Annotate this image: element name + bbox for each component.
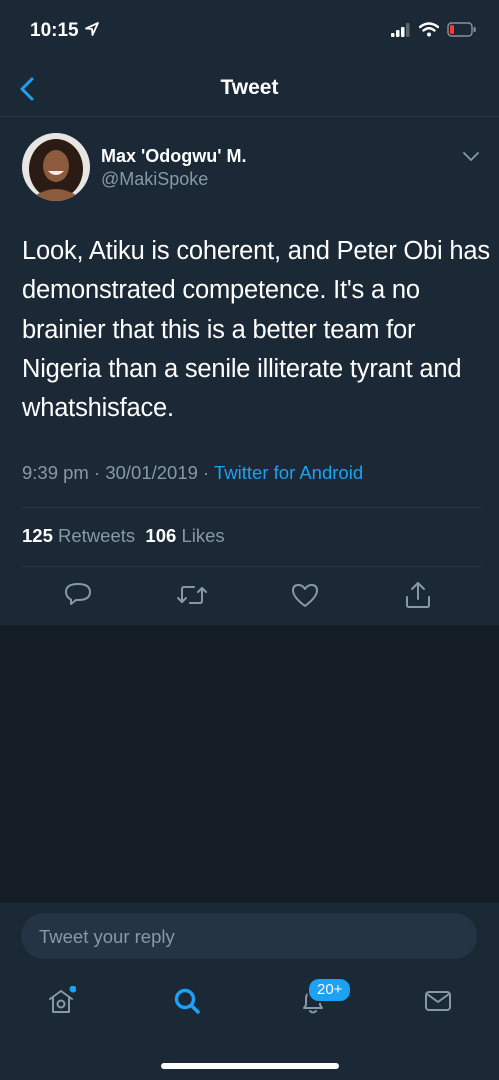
status-icons: [391, 22, 477, 37]
divider: [22, 566, 481, 567]
messages-icon[interactable]: [423, 986, 453, 1016]
tweet-date: 30/01/2019: [105, 462, 198, 483]
tweet-stats: 125 Retweets 106 Likes: [22, 525, 225, 547]
share-icon[interactable]: [404, 580, 432, 610]
reply-icon[interactable]: [64, 580, 92, 610]
meta-separator: ·: [88, 462, 106, 483]
page-title: Tweet: [220, 76, 279, 99]
tweet-meta: 9:39 pm · 30/01/2019 · Twitter for Andro…: [22, 462, 363, 484]
tweet-text: Look, Atiku is coherent, and Peter Obi h…: [22, 237, 490, 423]
likes-count: 106: [145, 525, 177, 546]
avatar[interactable]: [22, 133, 90, 201]
navigation-bar: Tweet: [0, 62, 499, 117]
tweet-source-link[interactable]: Twitter for Android: [214, 462, 363, 483]
cellular-signal-icon: [391, 22, 410, 37]
tweet-time: 9:39 pm: [22, 462, 89, 483]
avatar-image: [22, 133, 90, 201]
retweets-count: 125: [22, 525, 53, 546]
status-bar: 10:15: [0, 0, 499, 60]
meta-separator: ·: [197, 462, 215, 483]
search-icon[interactable]: [172, 986, 202, 1016]
reply-placeholder: Tweet your reply: [39, 926, 175, 947]
user-handle[interactable]: @MakiSpoke: [101, 169, 208, 190]
retweets-label: Retweets: [58, 525, 136, 546]
home-indicator[interactable]: [161, 1063, 339, 1069]
reply-input[interactable]: Tweet your reply: [21, 913, 477, 959]
retweet-icon[interactable]: [176, 580, 208, 610]
like-icon[interactable]: [291, 580, 319, 610]
chevron-down-icon[interactable]: [460, 148, 482, 166]
home-icon[interactable]: [46, 986, 76, 1016]
user-name[interactable]: Max 'Odogwu' M.: [101, 146, 247, 167]
location-arrow-icon: [85, 22, 99, 36]
divider: [22, 507, 481, 508]
likes-label: Likes: [181, 525, 225, 546]
wifi-icon: [419, 22, 439, 37]
retweets-stat[interactable]: 125 Retweets: [22, 525, 135, 546]
likes-stat[interactable]: 106 Likes: [145, 525, 224, 546]
notification-badge: 20+: [307, 977, 353, 1003]
status-time: 10:15: [30, 20, 79, 41]
battery-icon: [447, 22, 476, 37]
